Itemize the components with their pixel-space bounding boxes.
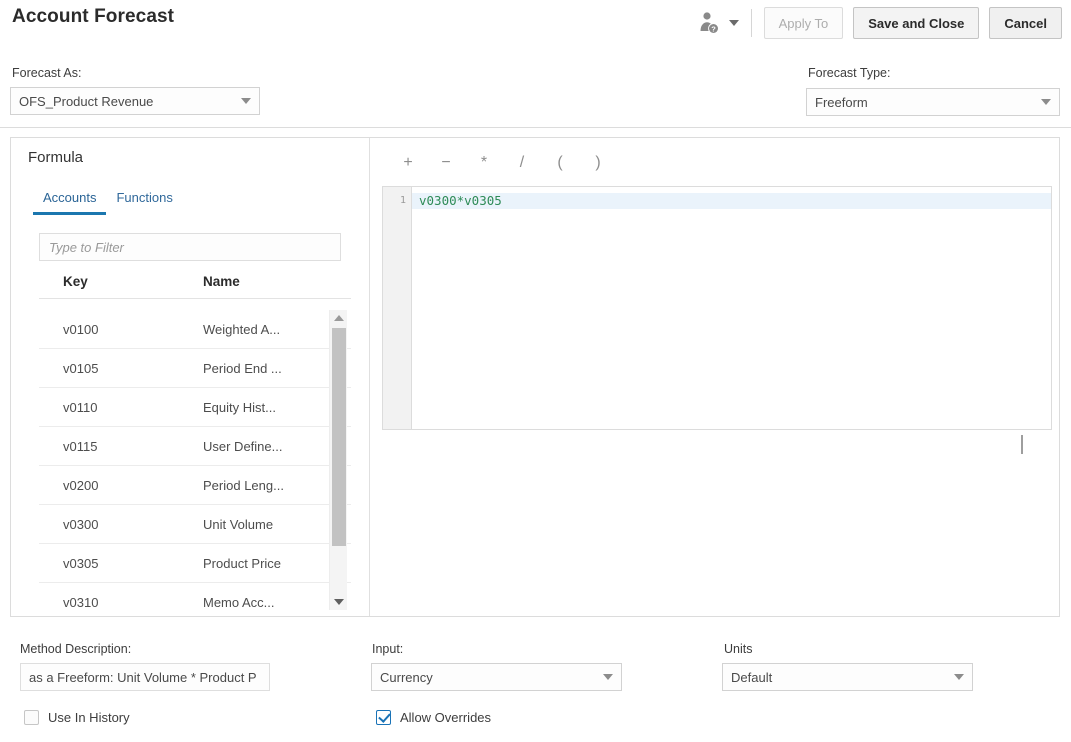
cell-name: User Define... xyxy=(201,439,282,454)
table-row[interactable]: v0305 Product Price xyxy=(39,544,351,583)
chevron-down-icon xyxy=(1041,99,1051,105)
cell-name: Memo Acc... xyxy=(201,595,275,610)
cell-key: v0305 xyxy=(39,556,201,571)
save-and-close-button[interactable]: Save and Close xyxy=(853,7,979,39)
column-header-name: Name xyxy=(201,274,240,289)
cell-key: v0105 xyxy=(39,361,201,376)
chevron-down-icon xyxy=(729,20,739,26)
units-value: Default xyxy=(731,670,948,685)
formula-editor[interactable]: 1 v0300*v0305 xyxy=(382,186,1052,430)
filter-placeholder: Type to Filter xyxy=(49,240,124,255)
use-in-history-label: Use In History xyxy=(48,710,130,725)
method-description-input[interactable]: as a Freeform: Unit Volume * Product P xyxy=(20,663,270,691)
checkbox-box xyxy=(376,710,391,725)
page-title: Account Forecast xyxy=(12,6,174,28)
operator-open-paren-button[interactable]: ( xyxy=(541,150,579,176)
operator-toolbar: + − * / ( ) xyxy=(389,150,617,176)
tab-accounts[interactable]: Accounts xyxy=(33,190,106,215)
cell-key: v0110 xyxy=(39,400,201,415)
cell-name: Product Price xyxy=(201,556,281,571)
chevron-down-icon xyxy=(954,674,964,680)
operator-plus-button[interactable]: + xyxy=(389,150,427,176)
cell-name: Period Leng... xyxy=(201,478,284,493)
forecast-as-label: Forecast As: xyxy=(12,66,81,80)
editor-expand-button[interactable] xyxy=(1021,435,1045,453)
scrollbar-thumb[interactable] xyxy=(332,328,346,546)
table-row[interactable]: v0100 Weighted A... xyxy=(39,310,351,349)
apply-to-button[interactable]: Apply To xyxy=(764,7,844,39)
user-help-icon: ? xyxy=(696,10,722,36)
line-number: 1 xyxy=(383,193,411,209)
method-description-label: Method Description: xyxy=(20,642,131,656)
units-select[interactable]: Default xyxy=(722,663,973,691)
units-label: Units xyxy=(724,642,752,656)
scroll-down-arrow-icon[interactable] xyxy=(330,594,348,610)
user-help-menu[interactable]: ? xyxy=(696,9,752,37)
filter-input[interactable]: Type to Filter xyxy=(39,233,341,261)
accounts-table-body: v0100 Weighted A... v0105 Period End ...… xyxy=(39,310,351,610)
forecast-as-value: OFS_Product Revenue xyxy=(19,94,235,109)
formula-panel-title: Formula xyxy=(28,149,83,166)
table-row[interactable]: v0110 Equity Hist... xyxy=(39,388,351,427)
svg-text:?: ? xyxy=(711,25,716,34)
input-label: Input: xyxy=(372,642,403,656)
formula-code-line: v0300*v0305 xyxy=(412,193,1051,209)
allow-overrides-checkbox[interactable]: Allow Overrides xyxy=(376,710,491,725)
account-forecast-dialog: Account Forecast ? Apply To Save and Clo… xyxy=(0,0,1071,742)
input-value: Currency xyxy=(380,670,597,685)
checkbox-box xyxy=(24,710,39,725)
editor-code-area[interactable]: v0300*v0305 xyxy=(412,187,1051,429)
formula-tabs: Accounts Functions xyxy=(33,190,183,215)
cancel-button[interactable]: Cancel xyxy=(989,7,1062,39)
column-header-key: Key xyxy=(39,274,201,289)
operator-divide-button[interactable]: / xyxy=(503,150,541,176)
chevron-down-icon xyxy=(1021,435,1023,454)
cell-key: v0100 xyxy=(39,322,201,337)
table-row[interactable]: v0105 Period End ... xyxy=(39,349,351,388)
cell-name: Period End ... xyxy=(201,361,282,376)
accounts-list-scrollbar[interactable] xyxy=(329,310,347,610)
cell-name: Unit Volume xyxy=(201,517,273,532)
forecast-as-select[interactable]: OFS_Product Revenue xyxy=(10,87,260,115)
operator-multiply-button[interactable]: * xyxy=(465,150,503,176)
method-description-value: as a Freeform: Unit Volume * Product P xyxy=(29,670,257,685)
cell-key: v0115 xyxy=(39,439,201,454)
scroll-up-arrow-icon[interactable] xyxy=(330,310,348,326)
table-row[interactable]: v0300 Unit Volume xyxy=(39,505,351,544)
panel-vertical-divider xyxy=(369,138,370,616)
chevron-down-icon xyxy=(241,98,251,104)
operator-close-paren-button[interactable]: ) xyxy=(579,150,617,176)
tab-functions[interactable]: Functions xyxy=(106,190,182,215)
forecast-type-value: Freeform xyxy=(815,95,1035,110)
forecast-type-label: Forecast Type: xyxy=(808,66,890,80)
header-divider xyxy=(0,127,1071,128)
forecast-type-select[interactable]: Freeform xyxy=(806,88,1060,116)
table-row[interactable]: v0310 Memo Acc... xyxy=(39,583,351,610)
cell-name: Weighted A... xyxy=(201,322,280,337)
cell-key: v0300 xyxy=(39,517,201,532)
table-row[interactable]: v0200 Period Leng... xyxy=(39,466,351,505)
cell-key: v0200 xyxy=(39,478,201,493)
editor-line-gutter: 1 xyxy=(383,187,412,429)
formula-panel: Formula Accounts Functions Type to Filte… xyxy=(10,137,1060,617)
cell-name: Equity Hist... xyxy=(201,400,276,415)
table-row[interactable]: v0115 User Define... xyxy=(39,427,351,466)
cell-key: v0310 xyxy=(39,595,201,610)
input-select[interactable]: Currency xyxy=(371,663,622,691)
use-in-history-checkbox[interactable]: Use In History xyxy=(24,710,130,725)
chevron-down-icon xyxy=(603,674,613,680)
allow-overrides-label: Allow Overrides xyxy=(400,710,491,725)
accounts-table-header: Key Name xyxy=(39,274,351,299)
header-actions: ? Apply To Save and Close Cancel xyxy=(696,7,1062,39)
operator-minus-button[interactable]: − xyxy=(427,150,465,176)
